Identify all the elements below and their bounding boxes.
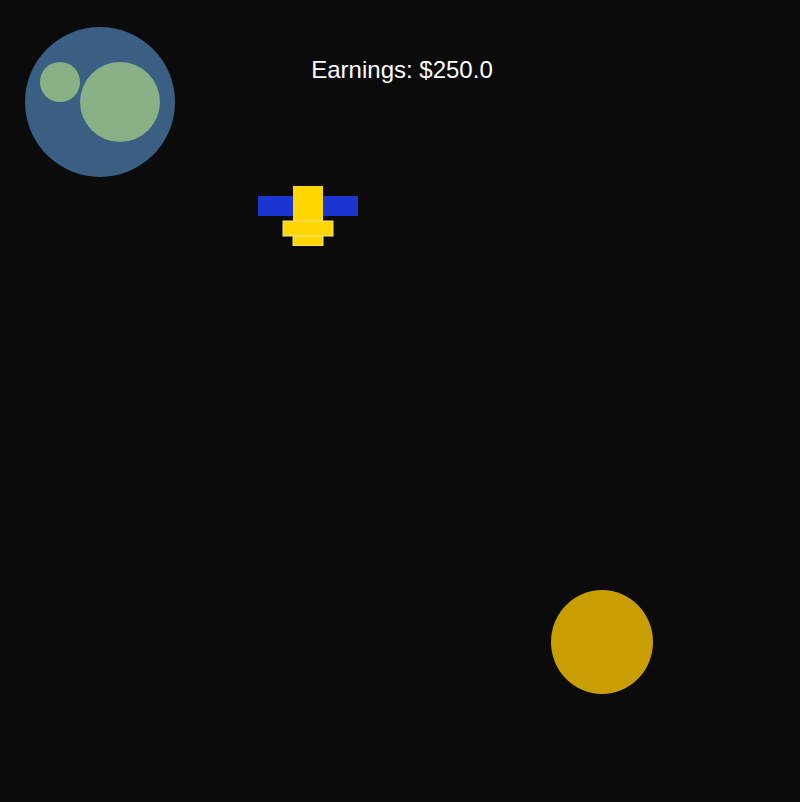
planet-body (25, 27, 175, 177)
game-canvas: Earnings: $250.0 (0, 0, 800, 802)
satellite-icon[interactable] (258, 186, 358, 246)
satellite-base (283, 221, 333, 236)
planet-spot-large (80, 62, 160, 142)
planet-icon (25, 27, 175, 177)
satellite-body (293, 186, 323, 221)
planet-spot-small (40, 62, 80, 102)
sun-icon (551, 590, 653, 694)
satellite-thruster (293, 236, 323, 246)
earnings-label: Earnings: $250.0 (0, 56, 800, 85)
